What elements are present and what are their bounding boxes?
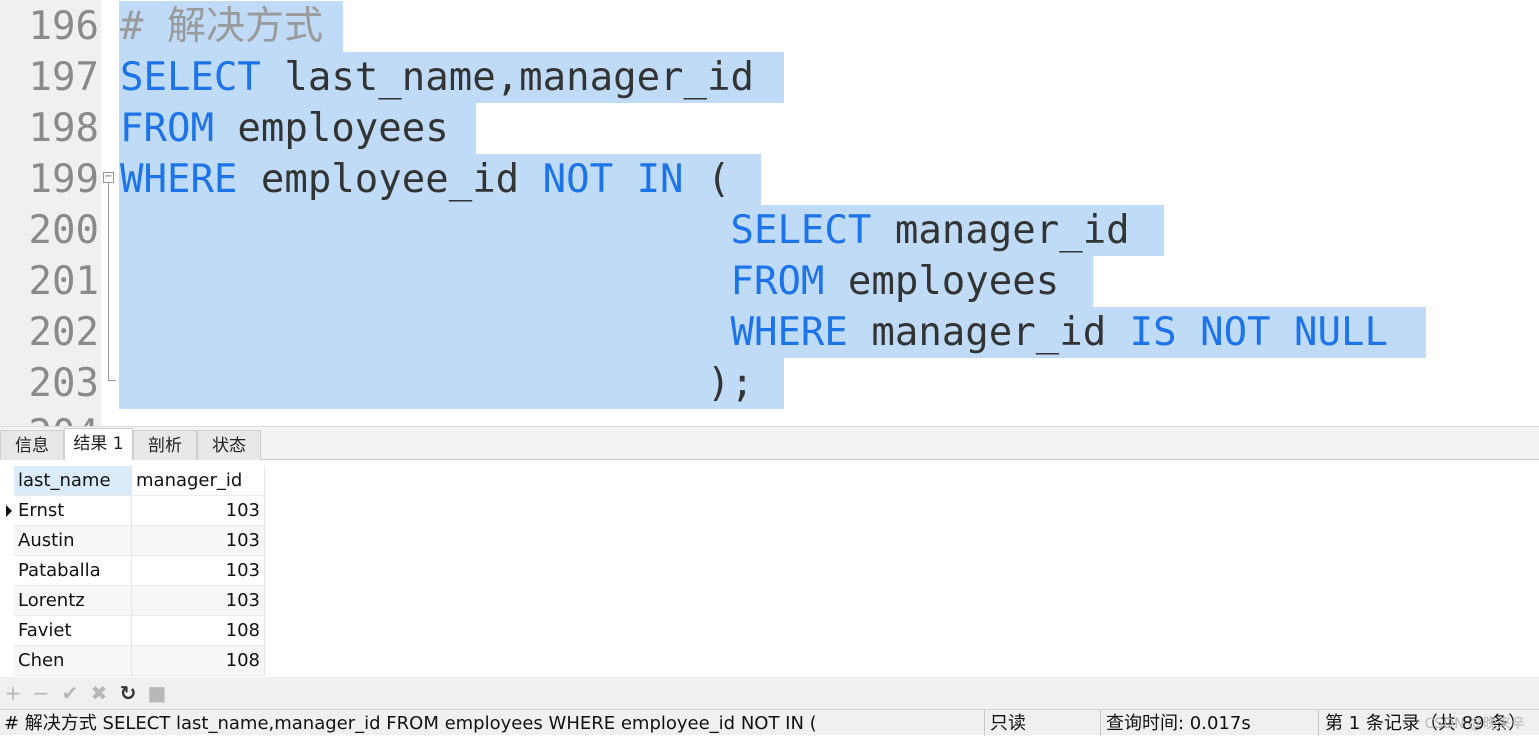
line-number: 197 — [28, 55, 99, 100]
code-line[interactable]: 201 FROM employees — [0, 256, 1539, 307]
sql-editor[interactable]: 196 # 解决方式 197 SELECT last_name,manager_id 1… — [0, 0, 1539, 426]
fold-guide — [108, 183, 109, 381]
table-row[interactable]: Austin 103 — [0, 526, 265, 556]
sql-keyword: FROM — [730, 259, 825, 304]
watermark: CSDN @晚来辛 — [1424, 716, 1525, 732]
plus-icon[interactable]: + — [2, 681, 24, 705]
code-line[interactable]: 198 FROM employees — [0, 103, 1539, 154]
code-text: SELECT manager_id — [120, 205, 1130, 256]
sql-keyword: SELECT — [730, 208, 872, 253]
table-cell[interactable]: 103 — [132, 556, 265, 586]
table-cell[interactable]: Ernst — [14, 496, 132, 526]
minus-icon[interactable]: − — [30, 681, 52, 705]
line-number: 203 — [28, 361, 99, 406]
sql-identifier: employees — [213, 106, 449, 151]
sql-identifier: ); — [120, 361, 754, 406]
table-cell[interactable]: Chen — [14, 646, 132, 676]
status-separator — [1318, 710, 1319, 736]
grid-toolbar: + − ✔ ✖ ↻ ■ — [0, 677, 1539, 709]
table-cell[interactable]: 103 — [132, 586, 265, 616]
sql-identifier: manager_id — [847, 310, 1130, 355]
table-row[interactable]: Pataballa 103 — [0, 556, 265, 586]
table-row[interactable]: Ernst 103 — [0, 496, 265, 526]
code-text: WHERE employee_id NOT IN ( — [120, 154, 731, 205]
line-number: 200 — [28, 208, 99, 253]
column-header-manager-id[interactable]: manager_id — [132, 466, 265, 496]
status-mode: 只读 — [990, 713, 1026, 734]
code-line[interactable]: 202 WHERE manager_id IS NOT NULL — [0, 307, 1539, 358]
sql-identifier: employees — [824, 259, 1060, 304]
sql-comment: # 解决方式 — [120, 4, 323, 49]
sql-identifier — [120, 310, 730, 355]
code-line[interactable]: 203 ); — [0, 358, 1539, 409]
current-row-icon — [6, 505, 12, 517]
row-selector[interactable] — [0, 496, 14, 526]
status-separator — [1100, 710, 1101, 736]
sql-keyword: FROM — [120, 106, 214, 151]
sql-identifier — [120, 259, 730, 304]
table-cell[interactable]: Faviet — [14, 616, 132, 646]
sql-keyword: NOT IN — [542, 157, 684, 202]
tab-result-1[interactable]: 结果 1 — [64, 428, 133, 460]
stop-icon[interactable]: ■ — [146, 681, 168, 705]
row-selector[interactable] — [0, 646, 14, 676]
code-text: FROM employees — [120, 103, 449, 154]
code-line[interactable]: 197 SELECT last_name,manager_id — [0, 52, 1539, 103]
fold-toggle-icon[interactable]: − — [103, 172, 114, 183]
status-separator — [984, 710, 985, 736]
sql-keyword: WHERE — [120, 157, 238, 202]
table-row[interactable]: Chen 108 — [0, 646, 265, 676]
cross-icon[interactable]: ✖ — [88, 681, 110, 705]
table-cell[interactable]: 108 — [132, 616, 265, 646]
refresh-icon[interactable]: ↻ — [117, 681, 139, 705]
table-row[interactable]: Lorentz 103 — [0, 586, 265, 616]
table-cell[interactable]: 103 — [132, 526, 265, 556]
code-text: ); — [120, 358, 754, 409]
table-cell[interactable]: Pataballa — [14, 556, 132, 586]
row-selector[interactable] — [0, 526, 14, 556]
tab-profile[interactable]: 剖析 — [133, 430, 197, 460]
code-line[interactable]: 199 WHERE employee_id NOT IN ( — [0, 154, 1539, 205]
code-text: WHERE manager_id IS NOT NULL — [120, 307, 1388, 358]
status-query-time: 查询时间: 0.017s — [1106, 713, 1251, 734]
code-line[interactable]: 204 — [0, 409, 1539, 426]
line-number: 202 — [28, 310, 99, 355]
sql-identifier: last_name,manager_id — [260, 55, 754, 100]
code-text: SELECT last_name,manager_id — [120, 52, 754, 103]
grid-header-row: last_name manager_id — [0, 466, 265, 496]
line-number: 199 — [28, 157, 99, 202]
tab-info[interactable]: 信息 — [0, 430, 64, 460]
line-number: 204 — [0, 409, 101, 426]
code-line[interactable]: 200 SELECT manager_id — [0, 205, 1539, 256]
tab-status[interactable]: 状态 — [197, 430, 261, 460]
line-number: 196 — [28, 4, 99, 49]
column-header-last-name[interactable]: last_name — [14, 466, 132, 496]
sql-keyword: SELECT — [120, 55, 261, 100]
table-row[interactable]: Faviet 108 — [0, 616, 265, 646]
sql-identifier: ( — [683, 157, 731, 202]
sql-keyword: WHERE — [730, 310, 848, 355]
result-tabs: 信息 结果 1 剖析 状态 — [0, 426, 1539, 460]
table-cell[interactable]: Austin — [14, 526, 132, 556]
row-selector[interactable] — [0, 586, 14, 616]
code-text: # 解决方式 — [120, 1, 323, 52]
row-selector[interactable] — [0, 616, 14, 646]
code-text: FROM employees — [120, 256, 1059, 307]
status-bar: # 解决方式 SELECT last_name,manager_id FROM … — [0, 709, 1539, 736]
status-query: # 解决方式 SELECT last_name,manager_id FROM … — [4, 713, 817, 734]
sql-identifier — [120, 208, 730, 253]
table-cell[interactable]: 103 — [132, 496, 265, 526]
table-cell[interactable]: Lorentz — [14, 586, 132, 616]
line-number: 198 — [28, 106, 99, 151]
code-line[interactable]: 196 # 解决方式 — [0, 1, 1539, 52]
check-icon[interactable]: ✔ — [59, 681, 81, 705]
sql-keyword: IS NOT NULL — [1129, 310, 1388, 355]
fold-guide-end — [108, 380, 116, 381]
sql-identifier: manager_id — [871, 208, 1130, 253]
sql-identifier: employee_id — [237, 157, 543, 202]
line-number: 201 — [28, 259, 99, 304]
row-selector[interactable] — [0, 556, 14, 586]
table-cell[interactable]: 108 — [132, 646, 265, 676]
